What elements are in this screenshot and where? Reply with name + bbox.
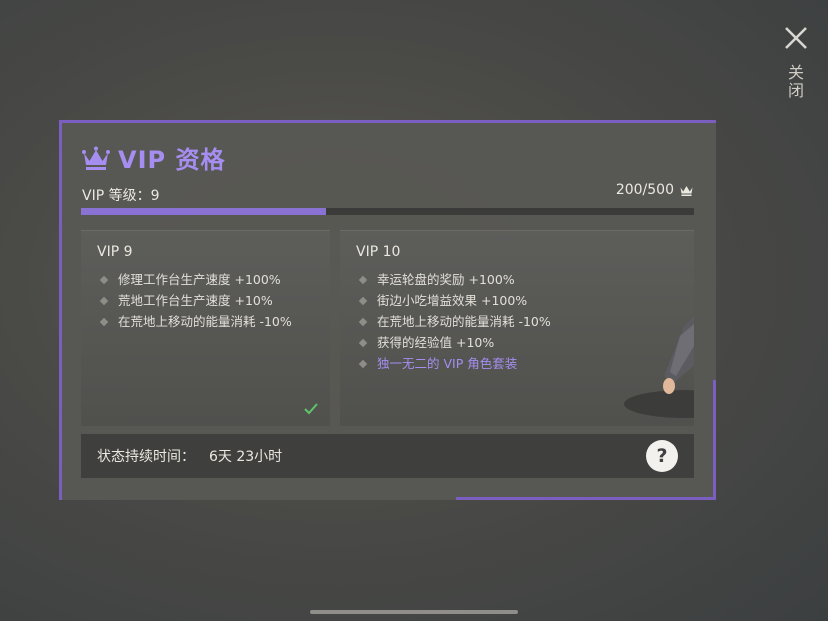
vip-progress-fill [81, 208, 327, 215]
vip-level: VIP 等级：9 [82, 188, 160, 204]
crown-small-icon [680, 186, 693, 196]
crown-icon [82, 146, 110, 170]
status-value: 6天 23小时 [209, 449, 283, 465]
close-icon[interactable] [782, 24, 810, 52]
next-tier-card: VIP 10 幸运轮盘的奖励 +100% 街边小吃增益效果 +100% 在荒地上… [340, 230, 694, 426]
close-label[interactable]: 关闭 [786, 64, 806, 100]
bullet-icon [358, 359, 368, 368]
bullet-icon [358, 296, 368, 305]
home-indicator [310, 610, 518, 614]
dialog-header: VIP 资格 [81, 140, 225, 175]
bullet-icon [99, 296, 109, 305]
vip-dialog: VIP 资格 VIP 等级：9 200/500 VIP 9 修理工作台生产速度 … [59, 120, 716, 500]
vip-points: 200/500 [616, 182, 694, 198]
frame-accent [456, 497, 716, 500]
bullet-icon [99, 317, 109, 326]
dialog-title: VIP 资格 [118, 146, 226, 174]
benefit-item: 荒地工作台生产速度 +10% [97, 290, 314, 311]
status-duration-bar: 状态持续时间： 6天 23小时 ? [81, 434, 694, 478]
benefit-item: 在荒地上移动的能量消耗 -10% [97, 311, 314, 332]
bullet-icon [358, 275, 368, 284]
next-tier-title: VIP 10 [356, 244, 401, 260]
bullet-icon [358, 317, 368, 326]
status-label: 状态持续时间： [97, 449, 195, 465]
frame-accent [713, 380, 716, 500]
bullet-icon [99, 275, 109, 284]
vip-progress-bar [81, 208, 694, 215]
points-value: 200/500 [615, 182, 674, 198]
current-tier-title: VIP 9 [97, 244, 133, 260]
current-tier-card: VIP 9 修理工作台生产速度 +100% 荒地工作台生产速度 +10% 在荒地… [81, 230, 330, 426]
benefit-item: 修理工作台生产速度 +100% [97, 269, 314, 290]
character-preview [624, 316, 694, 418]
help-button[interactable]: ? [646, 440, 678, 472]
bullet-icon [358, 338, 368, 347]
check-icon [304, 403, 318, 415]
